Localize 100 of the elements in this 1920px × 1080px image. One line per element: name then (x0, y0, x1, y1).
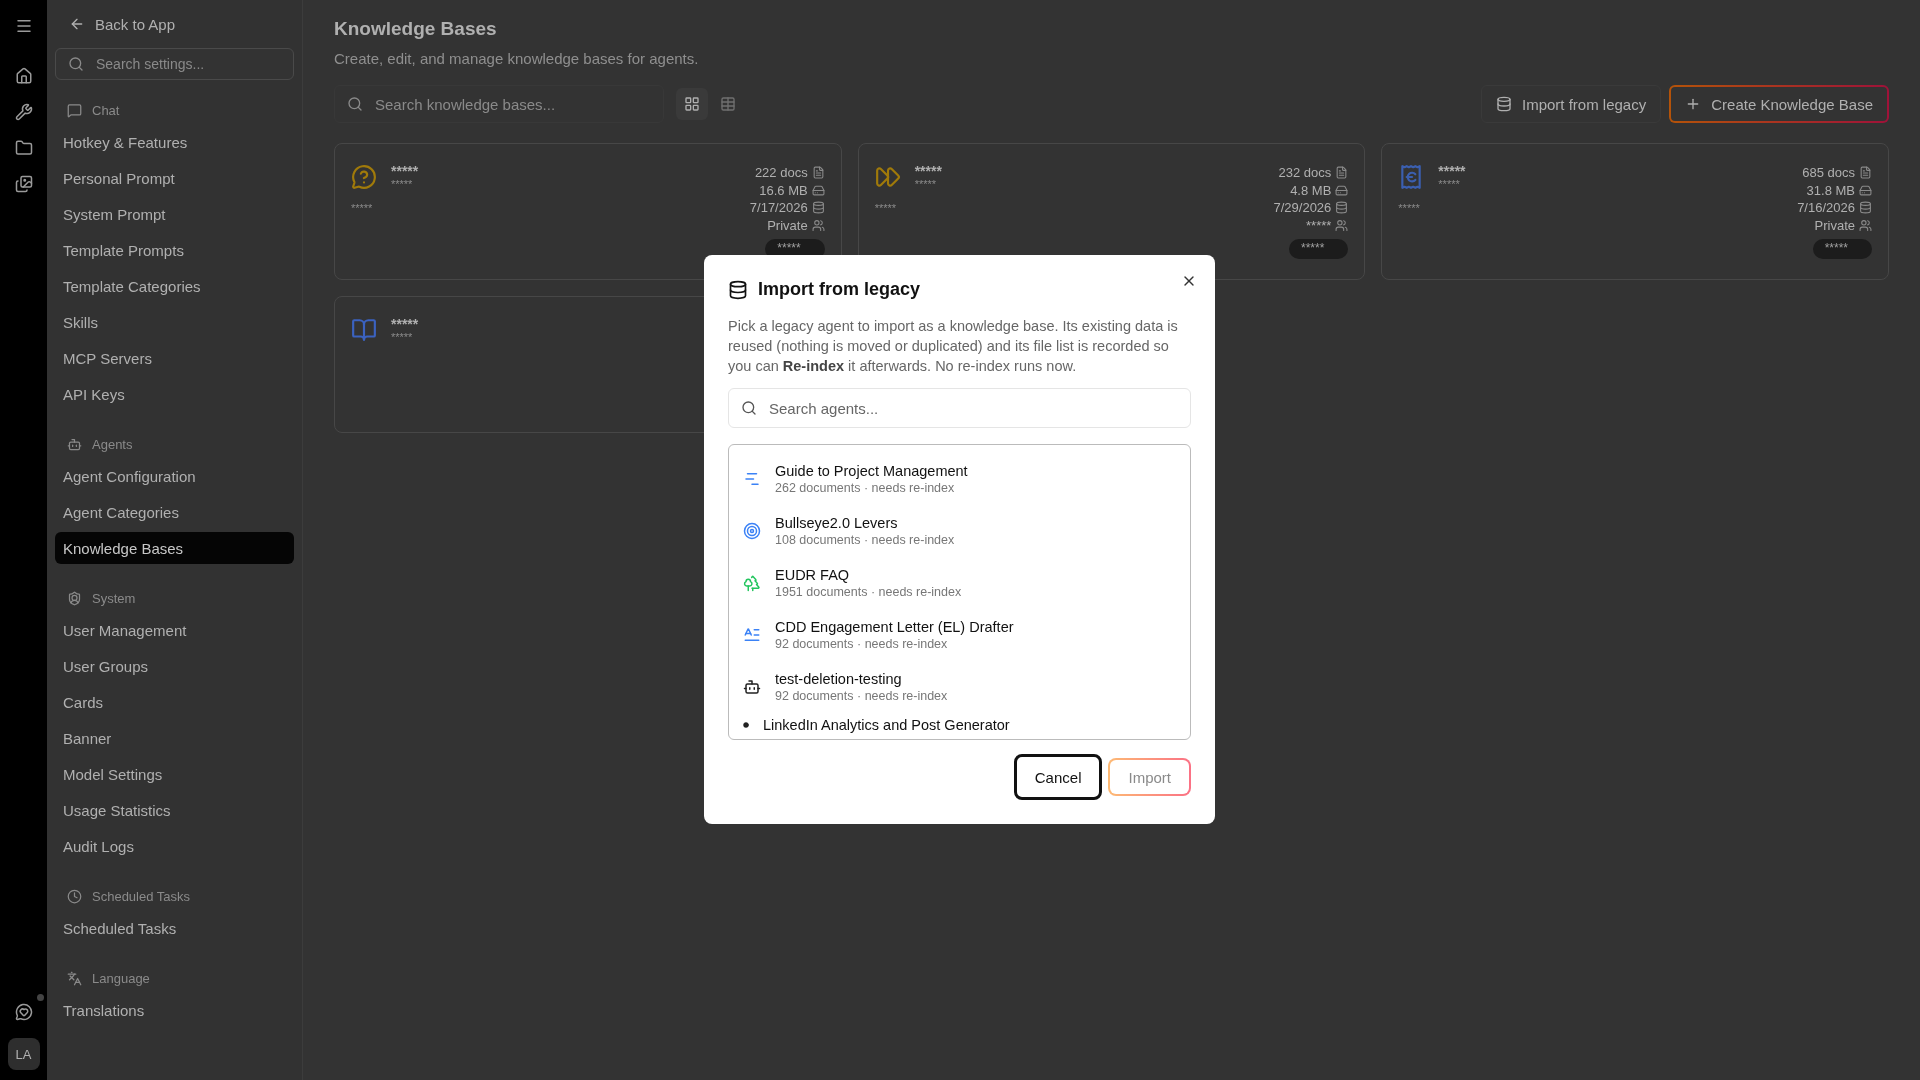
sidebar-item[interactable]: Skills (55, 306, 294, 338)
target-icon (743, 522, 761, 540)
sidebar-item[interactable]: Usage Statistics (55, 794, 294, 826)
agent-item[interactable]: LinkedIn Analytics and Post Generator (729, 713, 1190, 737)
dot-icon (743, 722, 749, 728)
sidebar-item[interactable]: Personal Prompt (55, 162, 294, 194)
sidebar-item[interactable]: Scheduled Tasks (55, 912, 294, 944)
sidebar-item[interactable]: User Groups (55, 650, 294, 682)
section-heading: Agents (92, 436, 133, 452)
trees-icon (743, 574, 761, 592)
card-subtitle: ***** (391, 331, 414, 343)
agent-meta: 1951 documents · needs re-index (775, 585, 962, 599)
card-title: ***** (914, 164, 942, 178)
agent-meta: 262 documents · needs re-index (775, 481, 956, 495)
create-knowledge-base-button[interactable]: Create Knowledge Base (1669, 85, 1889, 123)
card-tag: ***** (1812, 239, 1872, 259)
agent-name: CDD Engagement Letter (EL) Drafter (775, 619, 1014, 635)
search-icon (68, 56, 84, 72)
grid-view-button[interactable] (676, 88, 708, 120)
card-stat: 685 docs (1802, 164, 1855, 180)
card-description: ***** (351, 202, 374, 214)
knowledge-base-card[interactable]: ***** ***** ***** 685 docs 31.8 MB 7/16/2026 Private ***** (1381, 143, 1889, 280)
section-heading: Scheduled Tasks (92, 888, 191, 904)
card-stat: 4.8 MB (1290, 182, 1332, 198)
book-icon (351, 317, 377, 343)
database-icon (1496, 96, 1512, 112)
agent-item[interactable]: EUDR FAQ 1951 documents · needs re-index (729, 557, 1190, 609)
agent-name: EUDR FAQ (775, 567, 851, 583)
knowledge-search-box[interactable]: Search knowledge bases... (334, 85, 664, 123)
agent-name: Guide to Project Management (775, 463, 968, 479)
card-stat: 7/16/2026 (1797, 200, 1855, 216)
sidebar-item[interactable]: Hotkey & Features (55, 126, 294, 158)
shield-user-icon (67, 590, 82, 606)
section-heading: System (92, 590, 136, 606)
card-stat: Private (1814, 218, 1855, 234)
agent-item[interactable]: CDD Engagement Letter (EL) Drafter 92 documents · needs re-index (729, 609, 1190, 661)
agent-name: Bullseye2.0 Levers (775, 515, 899, 531)
sidebar-item[interactable]: Knowledge Bases (55, 532, 294, 564)
settings-search-box[interactable]: Search settings... (55, 48, 294, 80)
agent-name: LinkedIn Analytics and Post Generator (763, 717, 1010, 733)
card-title: ***** (391, 317, 419, 331)
card-stat: Private (767, 218, 808, 234)
sidebar-item[interactable]: Agent Configuration (55, 460, 294, 492)
agent-item[interactable]: Bullseye2.0 Levers 108 documents · needs re-index (729, 505, 1190, 557)
sidebar-item[interactable]: API Keys (55, 378, 294, 410)
sidebar-item[interactable]: System Prompt (55, 198, 294, 230)
translate-icon (67, 970, 82, 986)
sidebar-item[interactable]: Template Prompts (55, 234, 294, 266)
back-link[interactable]: Back to App (55, 12, 294, 36)
sidebar-item[interactable]: Audit Logs (55, 830, 294, 862)
card-title: ***** (391, 164, 419, 178)
sidebar-item[interactable]: Cards (55, 686, 294, 718)
users-icon (1335, 219, 1349, 233)
document-icon (1859, 165, 1872, 179)
document-icon (811, 165, 825, 179)
card-stat: 7/29/2026 (1273, 200, 1332, 216)
chat-icon (67, 102, 82, 118)
agent-meta: 92 documents · needs re-index (775, 637, 949, 651)
card-tag: ***** (1288, 239, 1349, 259)
sidebar-item[interactable]: User Management (55, 614, 294, 646)
chart-icon (743, 470, 761, 488)
settings-search-field[interactable]: Search settings... (94, 49, 293, 79)
user-avatar[interactable]: LA (7, 1038, 40, 1070)
document-icon (1335, 165, 1349, 179)
agent-item[interactable]: Guide to Project Management 262 documents · needs re-index (729, 453, 1190, 505)
clock-icon (67, 888, 82, 904)
users-icon (811, 219, 825, 233)
database-icon (1859, 201, 1872, 215)
users-icon (1859, 219, 1872, 233)
question-bubble-icon (351, 164, 377, 190)
knowledge-base-card[interactable]: ***** ***** ***** 222 docs 16.6 MB 7/17/2026 Private ***** (334, 143, 842, 280)
database-icon (728, 279, 748, 300)
import-legacy-button[interactable]: Import from legacy (1481, 85, 1662, 123)
sidebar-item[interactable]: Model Settings (55, 758, 294, 790)
cancel-button[interactable]: Cancel (1013, 754, 1103, 800)
section-heading: Language (92, 970, 150, 986)
page-title: Knowledge Bases (334, 18, 498, 40)
card-subtitle: ***** (914, 178, 938, 190)
drive-icon (1335, 183, 1349, 197)
notification-dot (36, 994, 44, 1001)
table-icon (720, 96, 736, 112)
sidebar-item[interactable]: Template Categories (55, 270, 294, 302)
robot-icon (67, 436, 82, 452)
search-icon (347, 96, 363, 112)
sidebar-item[interactable]: Agent Categories (55, 496, 294, 528)
card-stat: 16.6 MB (759, 182, 808, 198)
database-icon (1335, 201, 1349, 215)
sidebar-item[interactable]: Translations (55, 994, 294, 1026)
text-icon (743, 626, 761, 644)
sidebar-item[interactable]: MCP Servers (55, 342, 294, 374)
sidebar-item[interactable]: Banner (55, 722, 294, 754)
database-icon (811, 201, 825, 215)
knowledge-search-field[interactable]: Search knowledge bases... (373, 86, 663, 122)
fast-forward-icon (874, 164, 901, 190)
card-stat: ***** (1306, 218, 1332, 234)
agent-meta: 108 documents · needs re-index (775, 533, 955, 547)
agent-name: test-deletion-testing (775, 671, 903, 687)
page-subtitle: Create, edit, and manage knowledge bases for agents. (334, 50, 700, 67)
card-stat: 232 docs (1278, 164, 1332, 180)
agent-item[interactable]: test-deletion-testing 92 documents · needs re-index (729, 661, 1190, 713)
